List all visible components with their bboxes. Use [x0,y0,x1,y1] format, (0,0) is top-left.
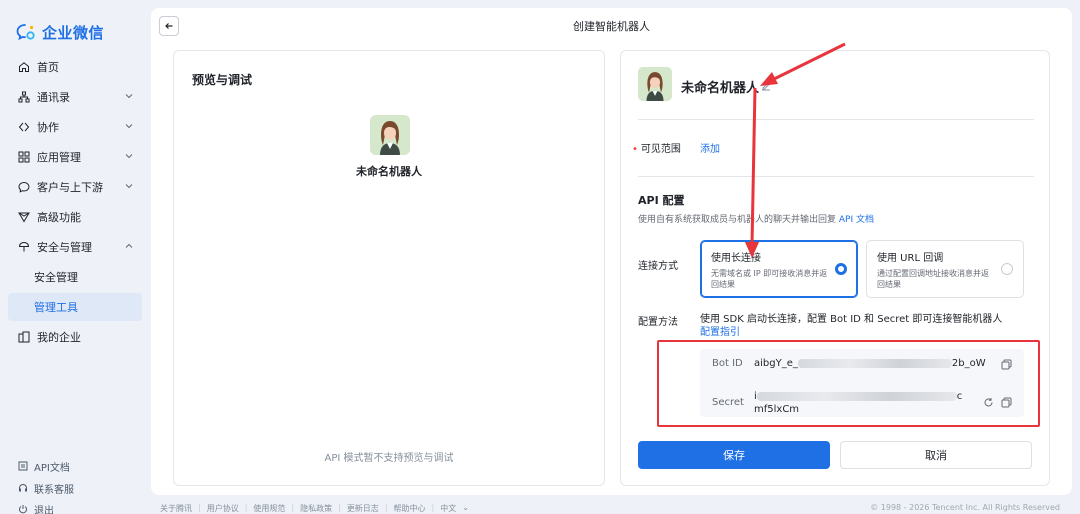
api-docs-label: API文档 [34,462,70,474]
option-desc: 通过配置回调地址接收消息并返回结果 [877,269,989,289]
required-mark: • [632,144,638,155]
highlight-annotation-box [657,340,1040,427]
option-title: 使用 URL 回调 [877,253,944,264]
footer-link[interactable]: 更新日志 [347,503,379,514]
sidebar-item-collab[interactable]: 协作 [8,113,142,141]
config-guide-link[interactable]: 配置指引 [700,327,740,338]
logout-label: 退出 [34,505,54,514]
sidebar-item-my-company[interactable]: 我的企业 [8,323,142,351]
chevron-down-icon [125,124,133,129]
divider [638,176,1034,177]
add-visibility-link[interactable]: 添加 [700,140,720,155]
shield-icon [18,241,30,253]
preview-panel: 预览与调试 未命名机器人 API 模式暂不支持预览与调试 [173,50,605,486]
api-docs-link[interactable]: API文档 [18,457,70,475]
diamond-icon [18,211,30,223]
sidebar-item-security-mgmt[interactable]: 安全管理 [8,263,142,291]
api-config-title: API 配置 [638,194,685,207]
radio-unselected[interactable] [1001,263,1013,275]
building-icon [18,331,30,343]
footer-link[interactable]: 隐私政策 [300,503,332,514]
sidebar-item-label: 管理工具 [34,301,78,314]
bot-avatar [370,115,410,155]
logo-text: 企业微信 [42,23,105,42]
org-icon [18,91,30,103]
option-title: 使用长连接 [711,253,761,264]
config-method-label: 配置方法 [638,317,678,328]
logout-link[interactable]: 退出 [18,500,54,514]
sidebar-item-label: 客户与上下游 [37,181,103,194]
sidebar-item-advanced[interactable]: 高级功能 [8,203,142,231]
chevron-down-icon [125,154,133,159]
sidebar-item-label: 协作 [37,121,59,134]
sidebar-item-label: 我的企业 [37,331,81,344]
page-title: 创建智能机器人 [573,20,650,33]
collab-icon [18,121,30,133]
sidebar-item-label: 首页 [37,61,59,74]
sidebar-item-label: 高级功能 [37,211,81,224]
chevron-up-icon [125,243,133,248]
option-desc: 无需域名或 IP 即可接收消息并返回结果 [711,269,828,289]
config-method-text: 使用 SDK 启动长连接，配置 Bot ID 和 Secret 即可连接智能机器… [700,314,1003,338]
api-config-desc: 使用自有系统获取成员与机器人的聊天并输出回复 API 文档 [638,215,874,225]
footer-link[interactable]: 帮助中心 [394,503,426,514]
chevron-down-icon: ⌄ [462,503,469,512]
sidebar-item-contacts[interactable]: 通讯录 [8,83,142,111]
sidebar: 企业微信 首页 通讯录 协作 应用管理 客户与上下游 高级功能 安全与管理 安全… [0,0,150,514]
option-url-callback[interactable]: 使用 URL 回调 通过配置回调地址接收消息并返回结果 [866,240,1024,298]
edit-icon[interactable] [761,81,771,91]
sidebar-item-label: 应用管理 [37,151,81,164]
cancel-button[interactable]: 取消 [840,441,1032,469]
apps-icon [18,151,30,163]
visibility-label: • 可见范围 [632,144,681,155]
sidebar-item-label: 安全管理 [34,271,78,284]
api-doc-link[interactable]: API 文档 [839,215,874,225]
language-select[interactable]: 中文 [440,503,456,514]
preview-title: 预览与调试 [192,73,253,87]
wecom-logo-icon [16,24,35,41]
footer-link[interactable]: 用户协议 [207,503,239,514]
support-icon [19,484,27,492]
bot-name: 未命名机器人 [681,81,760,96]
support-link[interactable]: 联系客服 [18,479,74,497]
power-icon [19,505,27,514]
copyright: © 1998 - 2026 Tencent Inc. All Rights Re… [870,503,1060,512]
bot-avatar[interactable] [638,67,672,101]
preview-unsupported-note: API 模式暂不支持预览与调试 [324,453,454,464]
support-label: 联系客服 [34,484,74,496]
connect-method-label: 连接方式 [638,261,678,272]
sidebar-item-admin-tools[interactable]: 管理工具 [8,293,142,321]
footer-link[interactable]: 使用规范 [253,503,285,514]
home-icon [18,61,30,73]
save-button[interactable]: 保存 [638,441,830,469]
divider [638,119,1034,120]
sidebar-item-home[interactable]: 首页 [8,53,142,81]
footer-links: 关于腾讯 | 用户协议 | 使用规范 | 隐私政策 | 更新日志 | 帮助中心 | 中文 ⌄ [160,503,469,514]
radio-selected[interactable] [835,263,847,275]
sidebar-item-label: 安全与管理 [37,241,92,254]
chevron-down-icon [125,94,133,99]
logo[interactable]: 企业微信 [16,20,104,44]
chat-icon [18,181,30,193]
sidebar-item-customers[interactable]: 客户与上下游 [8,173,142,201]
option-long-connection[interactable]: 使用长连接 无需域名或 IP 即可接收消息并返回结果 [700,240,858,298]
sidebar-item-security[interactable]: 安全与管理 [8,233,142,261]
chevron-down-icon [125,184,133,189]
footer-link[interactable]: 关于腾讯 [160,503,192,514]
sidebar-item-apps[interactable]: 应用管理 [8,143,142,171]
doc-icon [18,461,28,471]
sidebar-item-label: 通讯录 [37,91,70,104]
preview-bot-name: 未命名机器人 [356,165,422,178]
